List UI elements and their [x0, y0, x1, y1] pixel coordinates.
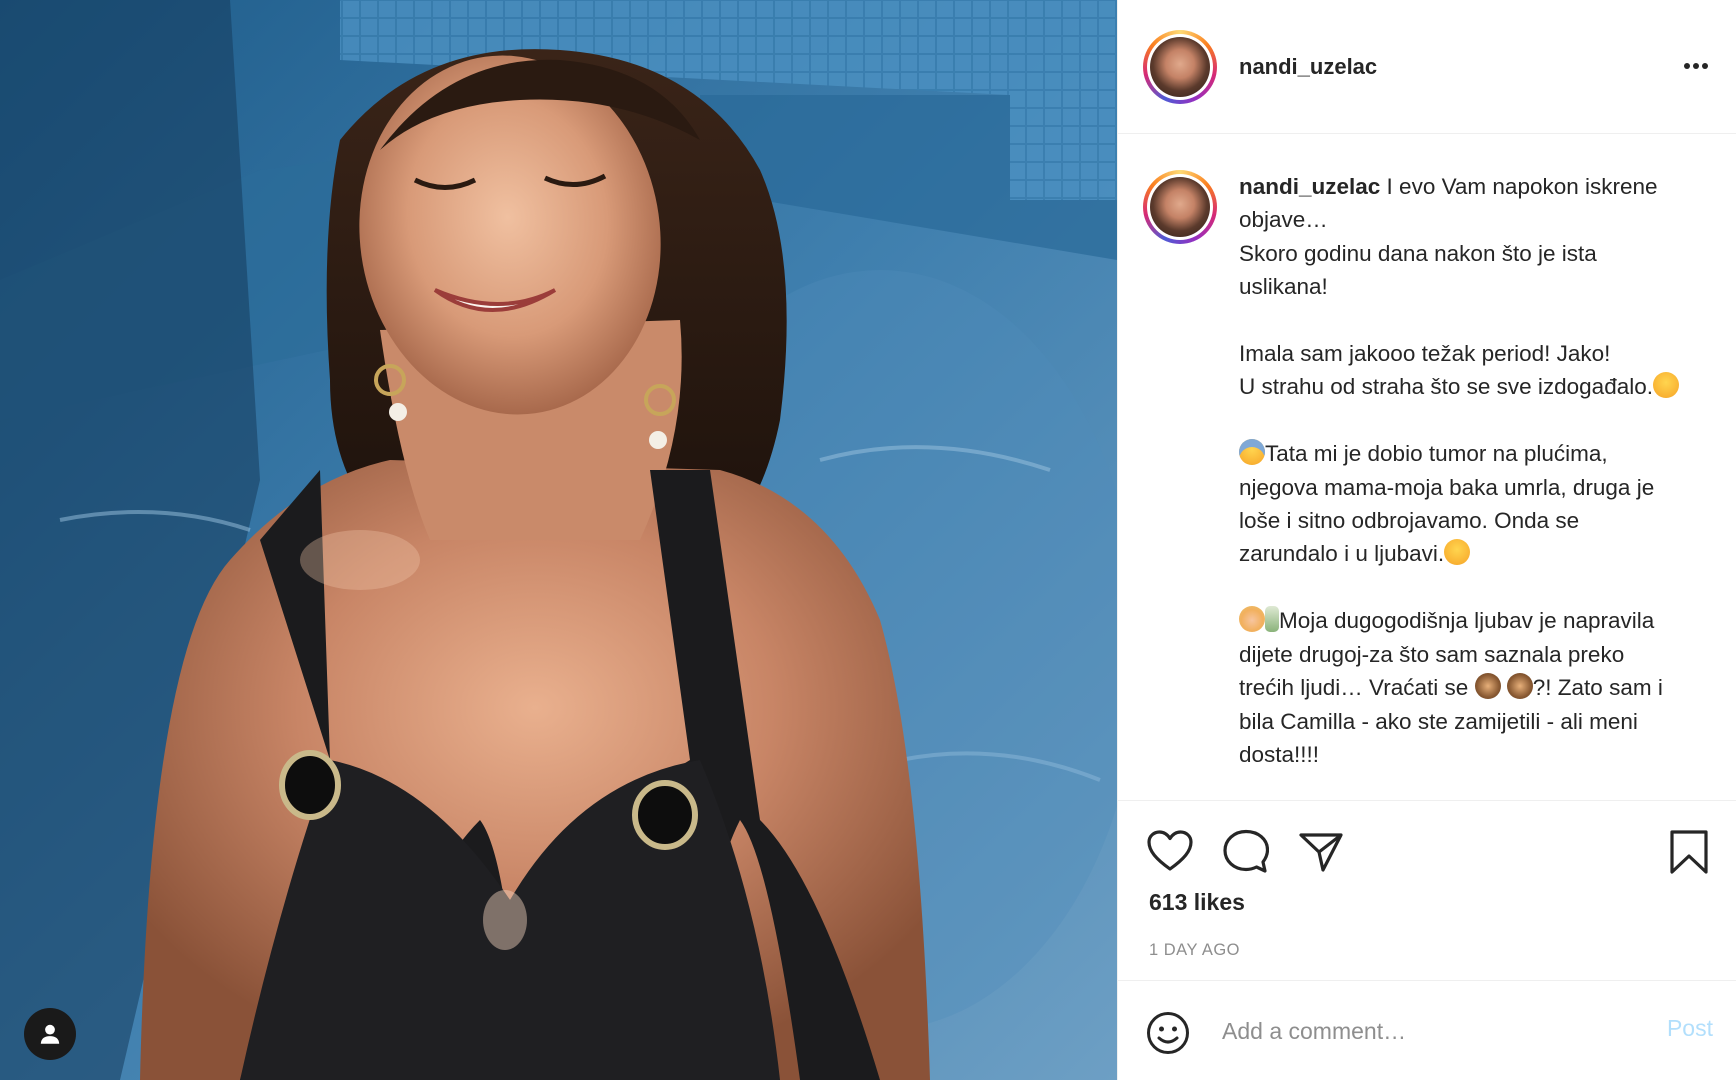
more-options-icon[interactable]	[1681, 54, 1711, 78]
comment-icon[interactable]	[1223, 829, 1270, 880]
tagged-user-icon[interactable]	[24, 1008, 76, 1060]
bottle-emoji-icon	[1265, 606, 1279, 633]
monkey-emoji-icon	[1474, 673, 1501, 700]
post-photo[interactable]	[0, 0, 1117, 1080]
heart-icon[interactable]	[1146, 829, 1194, 878]
caption: nandi_uzelac I evo Vam napokon iskrene o…	[1143, 170, 1679, 771]
post-actions: 613 likes 1 DAY AGO	[1118, 800, 1736, 980]
likes-count[interactable]: 613 likes	[1149, 889, 1245, 916]
sad-emoji-icon	[1444, 539, 1471, 566]
caption-text: nandi_uzelac I evo Vam napokon iskrene o…	[1239, 170, 1679, 771]
emoji-icon[interactable]	[1146, 1011, 1190, 1060]
post-side-panel: nandi_uzelac nandi_uzelac I evo Vam napo…	[1117, 0, 1736, 1080]
caption-paragraph-2: Imala sam jakooo težak period! Jako! U s…	[1239, 341, 1653, 400]
caption-avatar[interactable]	[1143, 170, 1217, 244]
comment-bar: Post	[1118, 980, 1736, 1080]
avatar[interactable]	[1143, 29, 1217, 104]
caption-username[interactable]: nandi_uzelac	[1239, 174, 1380, 199]
header-username[interactable]: nandi_uzelac	[1239, 54, 1377, 80]
photo-illustration	[0, 0, 1117, 1080]
post-comment-button[interactable]: Post	[1667, 1015, 1713, 1042]
monkey-emoji-icon	[1506, 673, 1533, 700]
share-icon[interactable]	[1298, 831, 1344, 878]
post-header: nandi_uzelac	[1118, 0, 1736, 134]
comment-input[interactable]	[1222, 1013, 1642, 1049]
bookmark-icon[interactable]	[1668, 829, 1710, 880]
woman-emoji-icon	[1239, 606, 1265, 633]
crying-emoji-icon	[1653, 372, 1679, 399]
post-timestamp[interactable]: 1 DAY AGO	[1149, 941, 1240, 960]
comments-area[interactable]: nandi_uzelac I evo Vam napokon iskrene o…	[1118, 135, 1736, 800]
fearful-emoji-icon	[1239, 439, 1265, 466]
